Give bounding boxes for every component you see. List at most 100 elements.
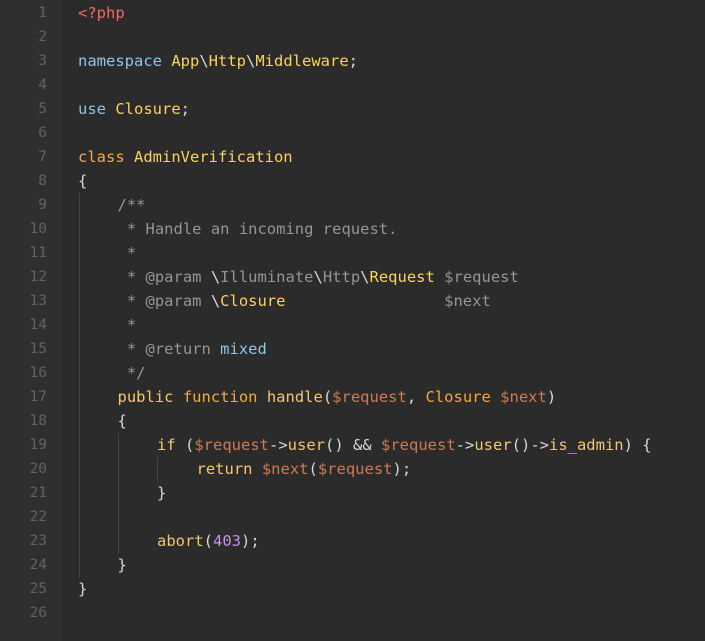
code-line[interactable]: 13 * @param \Closure $next bbox=[0, 289, 705, 313]
code-line[interactable]: 12 * @param \Illuminate\Http\Request $re… bbox=[0, 265, 705, 289]
code-line[interactable]: 5 use Closure; bbox=[0, 97, 705, 121]
line-number: 9 bbox=[38, 197, 47, 213]
code-token: ()-> bbox=[511, 436, 549, 454]
line-number: 26 bbox=[29, 605, 47, 621]
code-line[interactable]: 25} bbox=[0, 577, 705, 601]
line-number: 13 bbox=[29, 293, 47, 309]
code-line[interactable]: 18 { bbox=[0, 409, 705, 433]
code-token: 403 bbox=[213, 532, 242, 550]
code-token: ) { bbox=[623, 436, 652, 454]
code-line[interactable]: 3 namespace App\Http\Middleware; bbox=[0, 49, 705, 73]
code-token: return bbox=[196, 460, 262, 478]
code-token: user bbox=[474, 436, 512, 454]
code-line[interactable]: 10 * Handle an incoming request. bbox=[0, 217, 705, 241]
code-token: \ bbox=[210, 268, 221, 286]
code-line[interactable]: 8{ bbox=[0, 169, 705, 193]
code-line[interactable]: 26 bbox=[0, 601, 705, 625]
code-token: ( bbox=[185, 436, 195, 454]
code-line[interactable]: 24} bbox=[0, 553, 705, 577]
code-token: public bbox=[117, 388, 183, 406]
code-token: \ bbox=[199, 52, 209, 70]
code-token: ( bbox=[308, 460, 318, 478]
code-token: App bbox=[171, 52, 200, 70]
code-text: <?php bbox=[78, 1, 125, 25]
code-token: Closure bbox=[115, 100, 181, 118]
line-number: 4 bbox=[38, 77, 47, 93]
code-line[interactable]: 6 bbox=[0, 121, 705, 145]
code-token: { bbox=[78, 172, 88, 190]
line-number: 19 bbox=[29, 437, 47, 453]
code-token: * bbox=[117, 244, 137, 262]
code-token: ); bbox=[392, 460, 412, 478]
line-number: 5 bbox=[38, 101, 47, 117]
line-number: 10 bbox=[29, 221, 47, 237]
code-token: namespace bbox=[78, 52, 172, 70]
code-line[interactable]: 19 if ($request->user() && $request->user… bbox=[0, 433, 705, 457]
code-line[interactable]: 15 * @return mixed bbox=[0, 337, 705, 361]
code-token: if bbox=[157, 436, 185, 454]
code-token: /** bbox=[117, 196, 146, 214]
code-token: use bbox=[78, 100, 116, 118]
code-token: $request bbox=[317, 460, 393, 478]
code-line[interactable]: 17 public function handle($request, Closu… bbox=[0, 385, 705, 409]
code-token: $next bbox=[285, 292, 491, 310]
code-text: public function handle($request, Closure… bbox=[118, 385, 557, 409]
code-token: is_admin bbox=[548, 436, 624, 454]
line-number: 22 bbox=[29, 509, 47, 525]
code-text: namespace App\Http\Middleware; bbox=[78, 49, 358, 73]
code-text: */ bbox=[118, 361, 146, 385]
code-token: user bbox=[287, 436, 325, 454]
code-token: * Handle an incoming request. bbox=[117, 220, 398, 238]
code-line[interactable]: 23 abort(403); bbox=[0, 529, 705, 553]
line-number: 1 bbox=[38, 5, 47, 21]
code-line[interactable]: 20 return $next($request); bbox=[0, 457, 705, 481]
code-token: $request bbox=[194, 436, 269, 454]
code-token: ; bbox=[348, 52, 359, 70]
code-line[interactable]: 7 class AdminVerification bbox=[0, 145, 705, 169]
code-line[interactable]: 16 */ bbox=[0, 361, 705, 385]
code-token: Http bbox=[208, 52, 246, 70]
code-token: $request bbox=[434, 268, 519, 286]
code-token: \ bbox=[210, 292, 221, 310]
code-token: $request bbox=[332, 388, 407, 406]
line-number: 3 bbox=[38, 53, 47, 69]
line-number: 16 bbox=[29, 365, 47, 381]
line-number: 7 bbox=[38, 149, 47, 165]
line-number: 20 bbox=[29, 461, 47, 477]
code-editor[interactable]: 1 <?php 2 3 namespace App\Http\Middleware; 4 5… bbox=[0, 0, 705, 641]
code-token: , bbox=[406, 388, 426, 406]
line-number: 23 bbox=[29, 533, 47, 549]
code-token: ; bbox=[180, 100, 190, 118]
code-line[interactable]: 1 <?php bbox=[0, 1, 705, 25]
code-text: class AdminVerification bbox=[78, 145, 293, 169]
code-text: * Handle an incoming request. bbox=[118, 217, 398, 241]
code-token: ); bbox=[241, 532, 260, 550]
code-line[interactable]: 14 * bbox=[0, 313, 705, 337]
code-line[interactable]: 22 bbox=[0, 505, 705, 529]
code-token: Closure bbox=[220, 292, 286, 310]
code-line[interactable]: 4 bbox=[0, 73, 705, 97]
code-line[interactable]: 21} bbox=[0, 481, 705, 505]
code-token: ( bbox=[203, 532, 214, 550]
code-line[interactable]: 2 bbox=[0, 25, 705, 49]
line-number: 6 bbox=[38, 125, 47, 141]
code-text: * bbox=[118, 313, 136, 337]
code-token: handle bbox=[266, 388, 323, 406]
code-token: () && bbox=[325, 436, 381, 454]
code-text: * @return mixed bbox=[118, 337, 267, 361]
code-token: Http bbox=[322, 268, 361, 286]
code-text: if ($request->user() && $request->user()… bbox=[157, 433, 652, 457]
code-text: { bbox=[78, 169, 87, 193]
line-number: 21 bbox=[29, 485, 47, 501]
code-token: mixed bbox=[220, 340, 267, 358]
code-text: * @param \Closure $next bbox=[118, 289, 491, 313]
line-number: 17 bbox=[29, 389, 47, 405]
code-text: use Closure; bbox=[78, 97, 190, 121]
code-text: } bbox=[118, 553, 127, 577]
code-token: ( bbox=[322, 388, 333, 406]
code-text: return $next($request); bbox=[197, 457, 412, 481]
code-line[interactable]: 11 * bbox=[0, 241, 705, 265]
code-token: * @param bbox=[117, 268, 211, 286]
code-token: } bbox=[117, 556, 127, 574]
code-line[interactable]: 9 /** bbox=[0, 193, 705, 217]
